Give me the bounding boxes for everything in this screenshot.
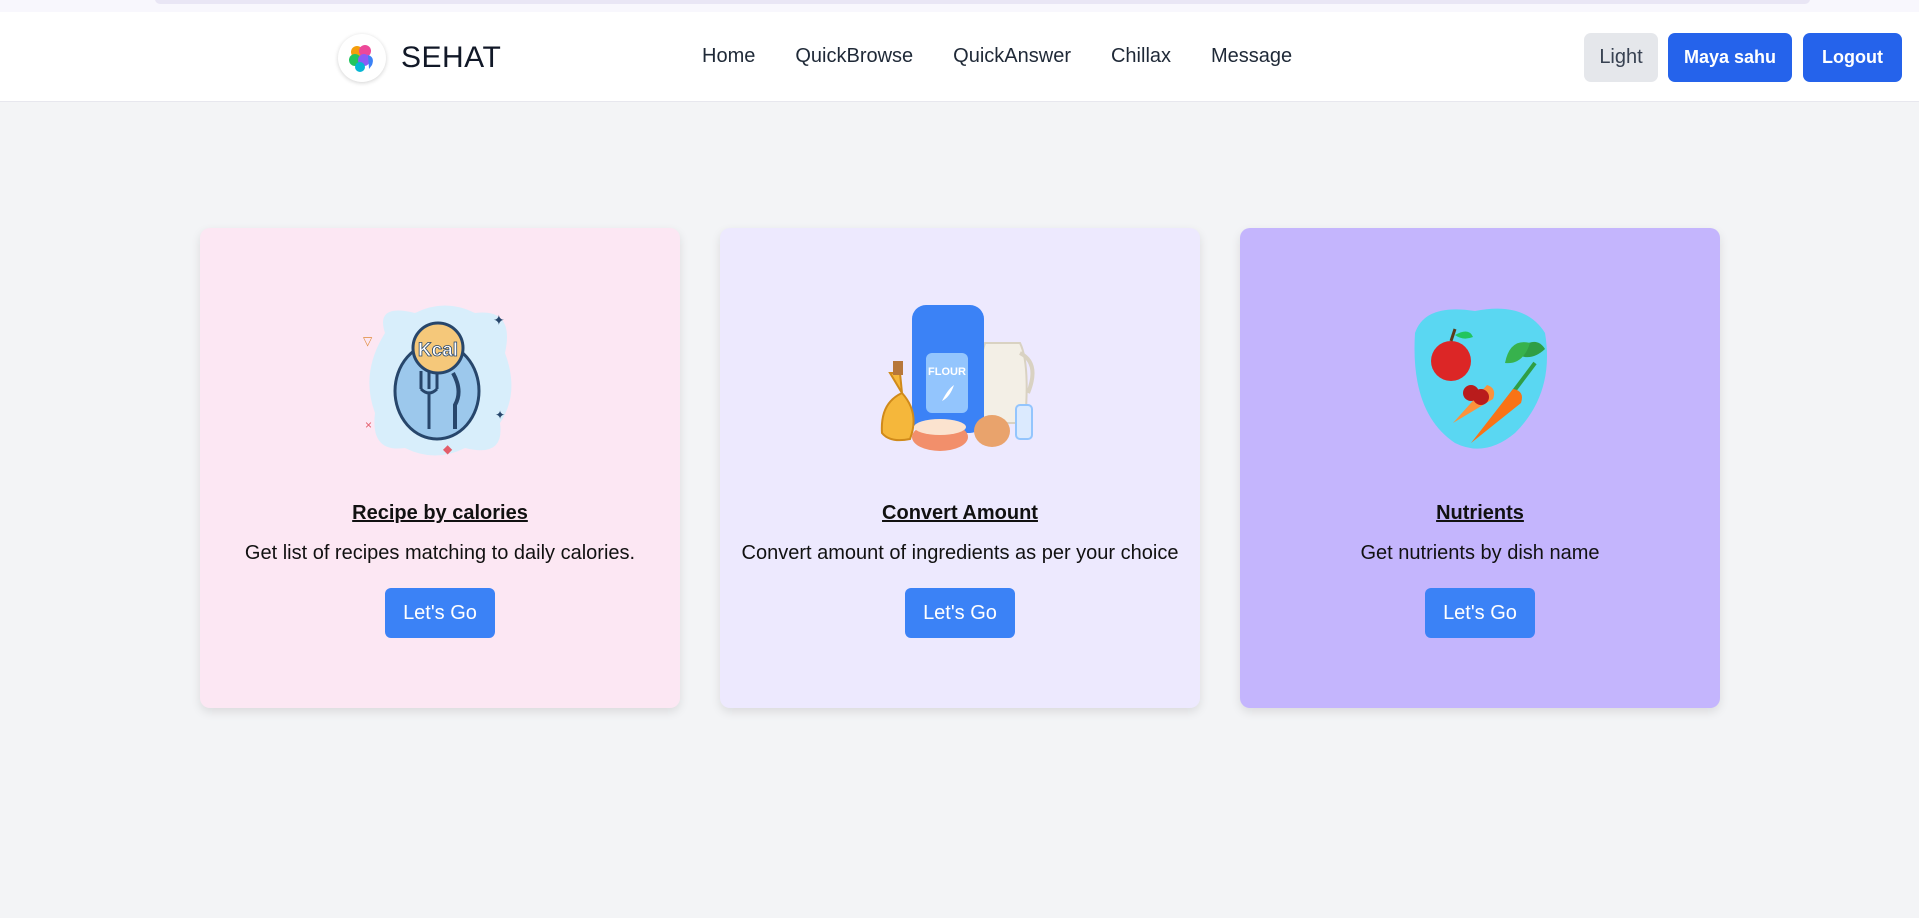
card-description: Get nutrients by dish name [1360,542,1600,564]
ingredients-illustration: FLOUR [720,298,1200,458]
convert-amount-go-button[interactable]: Let's Go [905,588,1015,638]
address-bar-edge [155,0,1810,4]
nav-quickanswer[interactable]: QuickAnswer [953,45,1071,68]
svg-text:×: × [365,418,372,432]
svg-text:◆: ◆ [443,442,453,456]
card-convert-amount: FLOUR Convert Amount Convert amount of i… [720,228,1200,708]
svg-text:✦: ✦ [493,312,505,328]
recipe-by-calories-go-button[interactable]: Let's Go [385,588,495,638]
card-title[interactable]: Convert Amount [720,502,1200,525]
svg-text:▽: ▽ [363,334,373,348]
brand-logo-link[interactable]: SEHAT [338,34,501,82]
kcal-label: Kcal [418,340,458,361]
user-profile-button[interactable]: Maya sahu [1668,33,1792,82]
card-title[interactable]: Nutrients [1240,502,1720,525]
nav-message[interactable]: Message [1211,45,1292,68]
kcal-illustration: Kcal ✦ ▽ ✦ × ◆ [200,298,680,458]
nav-chillax[interactable]: Chillax [1111,45,1171,68]
theme-toggle-button[interactable]: Light [1584,33,1658,82]
flour-label: FLOUR [928,366,966,378]
navbar: SEHAT Home QuickBrowse QuickAnswer Chill… [0,12,1919,102]
nav-home[interactable]: Home [702,45,755,68]
brand-name: SEHAT [401,41,502,74]
logout-button[interactable]: Logout [1803,33,1902,82]
brain-logo-icon [338,34,386,82]
vegetables-illustration [1240,298,1720,458]
card-nutrients: Nutrients Get nutrients by dish name Let… [1240,228,1720,708]
nutrients-go-button[interactable]: Let's Go [1425,588,1535,638]
main-nav: Home QuickBrowse QuickAnswer Chillax Mes… [702,45,1332,68]
card-description: Get list of recipes matching to daily ca… [244,542,636,564]
nav-quickbrowse[interactable]: QuickBrowse [795,45,913,68]
card-recipe-by-calories: Kcal ✦ ▽ ✦ × ◆ Recipe by calories Get li… [200,228,680,708]
card-description: Convert amount of ingredients as per you… [741,542,1179,564]
card-title[interactable]: Recipe by calories [200,502,680,525]
svg-text:✦: ✦ [495,408,505,422]
browser-top-strip [0,0,1919,12]
